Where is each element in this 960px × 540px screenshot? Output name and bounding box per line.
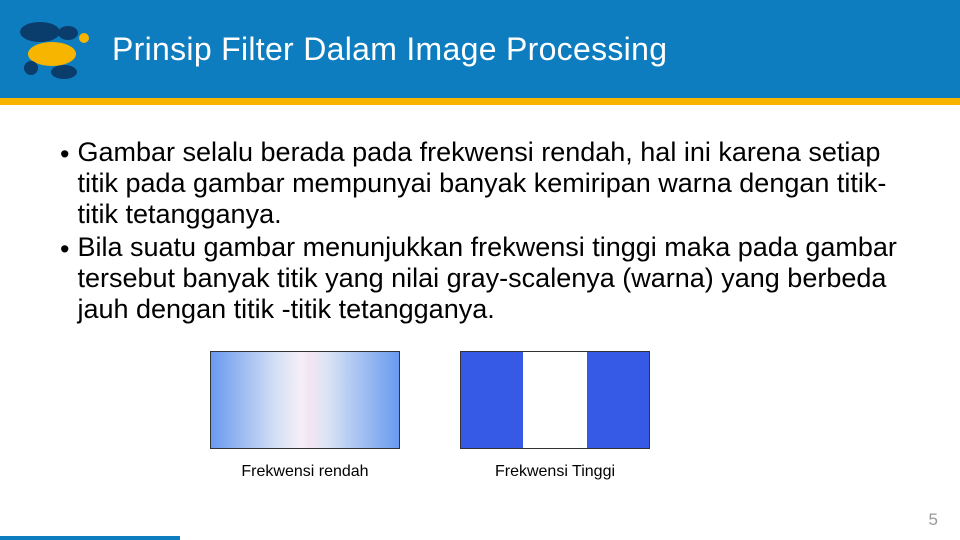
slide-header: Prinsip Filter Dalam Image Processing [0,0,960,98]
bullet-item: • Gambar selalu berada pada frekwensi re… [60,137,900,230]
bullet-item: • Bila suatu gambar menunjukkan frekwens… [60,232,900,325]
accent-bar [0,98,960,105]
figure-low-frequency: Frekwensi rendah [210,351,400,481]
figure-caption: Frekwensi Tinggi [495,463,615,481]
slide-title: Prinsip Filter Dalam Image Processing [112,31,667,68]
slide-content: • Gambar selalu berada pada frekwensi re… [0,105,960,481]
bullet-dot-icon: • [60,232,69,325]
stripe-image [460,351,650,449]
gradient-image [210,351,400,449]
footer-accent-line [0,536,180,540]
figure-row: Frekwensi rendah Frekwensi Tinggi [210,351,900,481]
bullet-text: Bila suatu gambar menunjukkan frekwensi … [77,232,900,325]
bullet-dot-icon: • [60,137,69,230]
bullet-text: Gambar selalu berada pada frekwensi rend… [77,137,900,230]
page-number: 5 [929,510,938,530]
stripe-blue [587,352,649,448]
stripe-white [523,352,588,448]
logo-icon [18,18,96,80]
stripe-blue [461,352,523,448]
figure-high-frequency: Frekwensi Tinggi [460,351,650,481]
figure-caption: Frekwensi rendah [241,463,368,481]
